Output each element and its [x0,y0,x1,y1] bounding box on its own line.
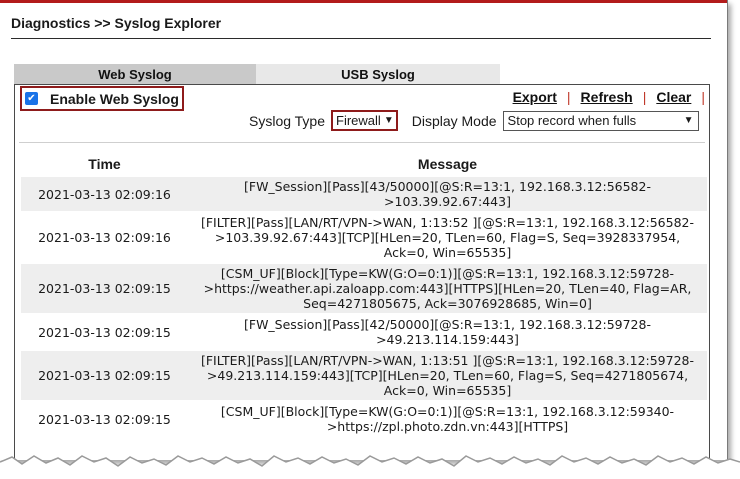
chevron-down-icon: ▼ [383,115,394,126]
header-message: Message [417,156,478,172]
breadcrumb-divider [11,38,711,39]
web-syslog-panel: ✔ Enable Web Syslog Export | Refresh | C… [14,84,710,460]
header-time: Time [88,156,121,172]
breadcrumb: Diagnostics >> Syslog Explorer [11,15,222,31]
syslog-type-select[interactable]: Firewall ▼ [331,110,398,131]
row-time: 2021-03-13 02:09:15 [38,281,171,296]
display-mode-group: Display Mode Stop record when fulls ▼ [411,110,699,131]
row-message: [FILTER][Pass][LAN/RT/VPN->WAN, 1:13:52 … [200,215,695,260]
log-actions: Export | Refresh | Clear | [513,89,705,105]
action-separator: | [642,89,647,105]
row-message: [CSM_UF][Block][Type=KW(G:O=0:1)][@S:R=1… [220,404,675,434]
row-message: [FILTER][Pass][LAN/RT/VPN->WAN, 1:13:51 … [200,353,695,398]
table-row: 2021-03-13 02:09:15 [FW_Session][Pass][4… [21,315,707,349]
display-mode-value: Stop record when fulls [507,113,637,128]
tab-web-syslog[interactable]: Web Syslog [14,64,256,84]
row-time: 2021-03-13 02:09:15 [38,411,171,427]
log-area-divider [19,142,705,143]
enable-label: Enable Web Syslog [50,90,179,107]
filter-bar: Syslog Type Firewall ▼ Display Mode Stop… [249,110,699,131]
display-mode-label: Display Mode [411,112,497,129]
row-message: [CSM_UF][Block][Type=KW(G:O=0:1)][@S:R=1… [203,266,692,311]
syslog-explorer-page: Diagnostics >> Syslog Explorer Web Syslo… [0,0,728,460]
table-row: 2021-03-13 02:09:15 [CSM_UF][Block][Type… [21,402,707,436]
tab-usb-syslog[interactable]: USB Syslog [256,64,500,84]
top-accent-bar [0,0,727,3]
clear-link[interactable]: Clear [656,89,691,105]
torn-edge-decoration [0,455,740,479]
action-separator: | [701,89,705,105]
export-link[interactable]: Export [513,89,557,105]
chevron-down-icon: ▼ [683,115,694,126]
table-row: 2021-03-13 02:09:16 [FW_Session][Pass][4… [21,177,707,211]
syslog-tabs: Web Syslog USB Syslog [14,64,500,84]
table-row: 2021-03-13 02:09:15 [FILTER][Pass][LAN/R… [21,351,707,400]
checkmark-icon: ✔ [27,92,36,104]
display-mode-select[interactable]: Stop record when fulls ▼ [502,110,699,131]
syslog-type-label: Syslog Type [249,112,326,129]
row-message: [FW_Session][Pass][42/50000][@S:R=13:1, … [244,317,651,347]
table-row: 2021-03-13 02:09:16 [FILTER][Pass][LAN/R… [21,213,707,262]
refresh-link[interactable]: Refresh [581,89,633,105]
row-time: 2021-03-13 02:09:16 [38,186,171,202]
action-separator: | [566,89,571,105]
syslog-type-value: Firewall [336,113,381,128]
table-header: Time Message [21,153,707,175]
enable-web-syslog-toggle[interactable]: ✔ Enable Web Syslog [20,86,184,111]
row-time: 2021-03-13 02:09:15 [38,368,171,383]
row-message: [FW_Session][Pass][43/50000][@S:R=13:1, … [244,179,651,209]
row-time: 2021-03-13 02:09:16 [38,230,171,245]
row-time: 2021-03-13 02:09:15 [38,324,171,340]
syslog-table: Time Message 2021-03-13 02:09:16 [FW_Ses… [21,153,707,436]
enable-checkbox[interactable]: ✔ [25,92,38,105]
table-row: 2021-03-13 02:09:15 [CSM_UF][Block][Type… [21,264,707,313]
